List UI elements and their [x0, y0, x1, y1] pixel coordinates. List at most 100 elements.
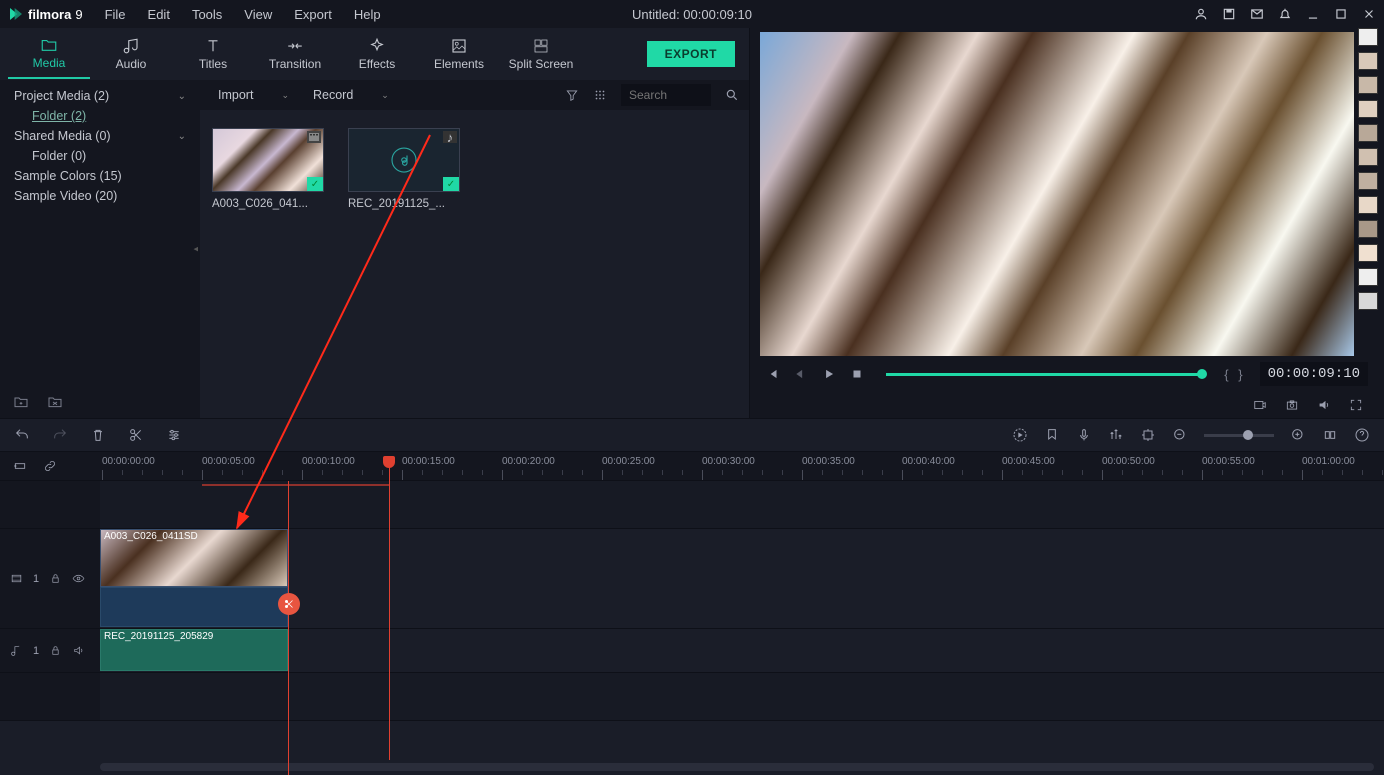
stop-icon[interactable]: [850, 367, 864, 381]
zoom-out-icon[interactable]: [1172, 427, 1188, 443]
preset-thumb[interactable]: [1358, 100, 1378, 118]
tab-transition[interactable]: Transition: [254, 29, 336, 79]
media-thumb-video[interactable]: ✓ A003_C026_041...: [212, 128, 324, 210]
track-body[interactable]: [100, 673, 1384, 720]
marker-icon[interactable]: [1044, 427, 1060, 443]
menu-export[interactable]: Export: [284, 3, 342, 26]
help-icon[interactable]: [1354, 427, 1370, 443]
sidebar-item-sample-video[interactable]: Sample Video (20): [0, 186, 200, 206]
preset-thumb[interactable]: [1358, 148, 1378, 166]
audio-mixer-icon[interactable]: [1108, 427, 1124, 443]
tab-audio[interactable]: Audio: [90, 29, 172, 79]
timeline-clip-video[interactable]: A003_C026_0411SD: [100, 529, 288, 587]
close-icon[interactable]: [1362, 7, 1376, 21]
undo-icon[interactable]: [14, 427, 30, 443]
track-body[interactable]: [100, 481, 1384, 528]
track-body[interactable]: REC_20191125_205829: [100, 629, 1384, 672]
filter-icon[interactable]: [565, 88, 579, 102]
sidebar-item-project-media[interactable]: Project Media (2)⌄: [0, 86, 200, 106]
sidebar-item-folder-0[interactable]: Folder (0): [0, 146, 200, 166]
sidebar-item-sample-colors[interactable]: Sample Colors (15): [0, 166, 200, 186]
delete-icon[interactable]: [90, 427, 106, 443]
eye-icon[interactable]: [72, 572, 85, 585]
volume-icon[interactable]: [1316, 398, 1332, 412]
sidebar-resize-handle[interactable]: ◂: [193, 244, 198, 255]
timeline-scrollbar[interactable]: [100, 763, 1374, 771]
link-icon[interactable]: [42, 459, 58, 473]
preset-thumb[interactable]: [1358, 268, 1378, 286]
adjust-icon[interactable]: [166, 427, 182, 443]
crop-icon[interactable]: [1140, 427, 1156, 443]
tab-media[interactable]: Media: [8, 29, 90, 79]
sidebar-item-folder-2[interactable]: Folder (2): [0, 106, 200, 126]
preset-thumb[interactable]: [1358, 28, 1378, 46]
render-preview-icon[interactable]: [1012, 427, 1028, 443]
preset-thumb[interactable]: [1358, 52, 1378, 70]
speaker-icon[interactable]: [72, 644, 85, 657]
menu-view[interactable]: View: [234, 3, 282, 26]
preset-thumb[interactable]: [1358, 292, 1378, 310]
tab-splitscreen[interactable]: Split Screen: [500, 29, 582, 79]
tab-elements[interactable]: Elements: [418, 29, 500, 79]
minimize-icon[interactable]: [1306, 7, 1320, 21]
step-back-icon[interactable]: [794, 367, 808, 381]
lock-icon[interactable]: [49, 644, 62, 657]
add-folder-icon[interactable]: [12, 394, 30, 410]
preset-thumb[interactable]: [1358, 76, 1378, 94]
lock-icon[interactable]: [49, 572, 62, 585]
zoom-fit-icon[interactable]: [1322, 427, 1338, 443]
tab-titles[interactable]: Titles: [172, 29, 254, 79]
app-version: 9: [75, 7, 82, 22]
snapshot-icon[interactable]: [1284, 398, 1300, 412]
message-icon[interactable]: [1250, 7, 1264, 21]
preset-thumb[interactable]: [1358, 244, 1378, 262]
playhead-handle[interactable]: [383, 456, 395, 468]
record-audio-icon[interactable]: [1076, 427, 1092, 443]
media-thumb-audio[interactable]: ♪ ✓ REC_20191125_...: [348, 128, 460, 210]
add-track-icon[interactable]: [12, 459, 28, 473]
progress-bar[interactable]: [886, 373, 1202, 376]
zoom-in-icon[interactable]: [1290, 427, 1306, 443]
split-icon[interactable]: [128, 427, 144, 443]
quality-icon[interactable]: [1252, 398, 1268, 412]
timeline-clip-video-fx[interactable]: [100, 587, 288, 627]
preset-thumb[interactable]: [1358, 172, 1378, 190]
export-button[interactable]: EXPORT: [647, 41, 735, 67]
preview-screen[interactable]: [760, 32, 1354, 356]
menu-help[interactable]: Help: [344, 3, 391, 26]
ruler-tick: 00:00:30:00: [702, 456, 755, 467]
menu-tools[interactable]: Tools: [182, 3, 232, 26]
preset-thumb[interactable]: [1358, 196, 1378, 214]
sort-grid-icon[interactable]: [593, 88, 607, 102]
progress-knob[interactable]: [1197, 369, 1207, 379]
preset-thumb[interactable]: [1358, 124, 1378, 142]
fullscreen-icon[interactable]: [1348, 398, 1364, 412]
import-dropdown[interactable]: Import⌄: [210, 84, 297, 106]
account-icon[interactable]: [1194, 7, 1208, 21]
remove-folder-icon[interactable]: [46, 394, 64, 410]
sidebar-item-shared-media[interactable]: Shared Media (0)⌄: [0, 126, 200, 146]
playhead-split-button[interactable]: [278, 593, 300, 615]
timeline-clip-audio[interactable]: REC_20191125_205829: [100, 629, 288, 671]
record-dropdown[interactable]: Record⌄: [305, 84, 397, 106]
marker-braces[interactable]: { }: [1224, 367, 1245, 382]
slider-knob[interactable]: [1243, 430, 1253, 440]
timeline-ruler[interactable]: 00:00:00:0000:00:05:0000:00:10:0000:00:1…: [100, 452, 1384, 480]
search-input[interactable]: [621, 84, 711, 106]
menu-edit[interactable]: Edit: [138, 3, 180, 26]
menu-file[interactable]: File: [95, 3, 136, 26]
notification-icon[interactable]: [1278, 7, 1292, 21]
search-icon[interactable]: [725, 88, 739, 102]
redo-icon[interactable]: [52, 427, 68, 443]
maximize-icon[interactable]: [1334, 7, 1348, 21]
zoom-slider[interactable]: [1204, 434, 1274, 437]
save-icon[interactable]: [1222, 7, 1236, 21]
play-icon[interactable]: [822, 367, 836, 381]
tab-label: Media: [33, 56, 66, 70]
preset-thumb[interactable]: [1358, 220, 1378, 238]
ruler-tick: 00:00:20:00: [502, 456, 555, 467]
tab-effects[interactable]: Effects: [336, 29, 418, 79]
prev-frame-icon[interactable]: [766, 367, 780, 381]
dropdown-label: Import: [218, 88, 253, 102]
sidebar-item-label: Sample Colors (15): [14, 169, 122, 183]
